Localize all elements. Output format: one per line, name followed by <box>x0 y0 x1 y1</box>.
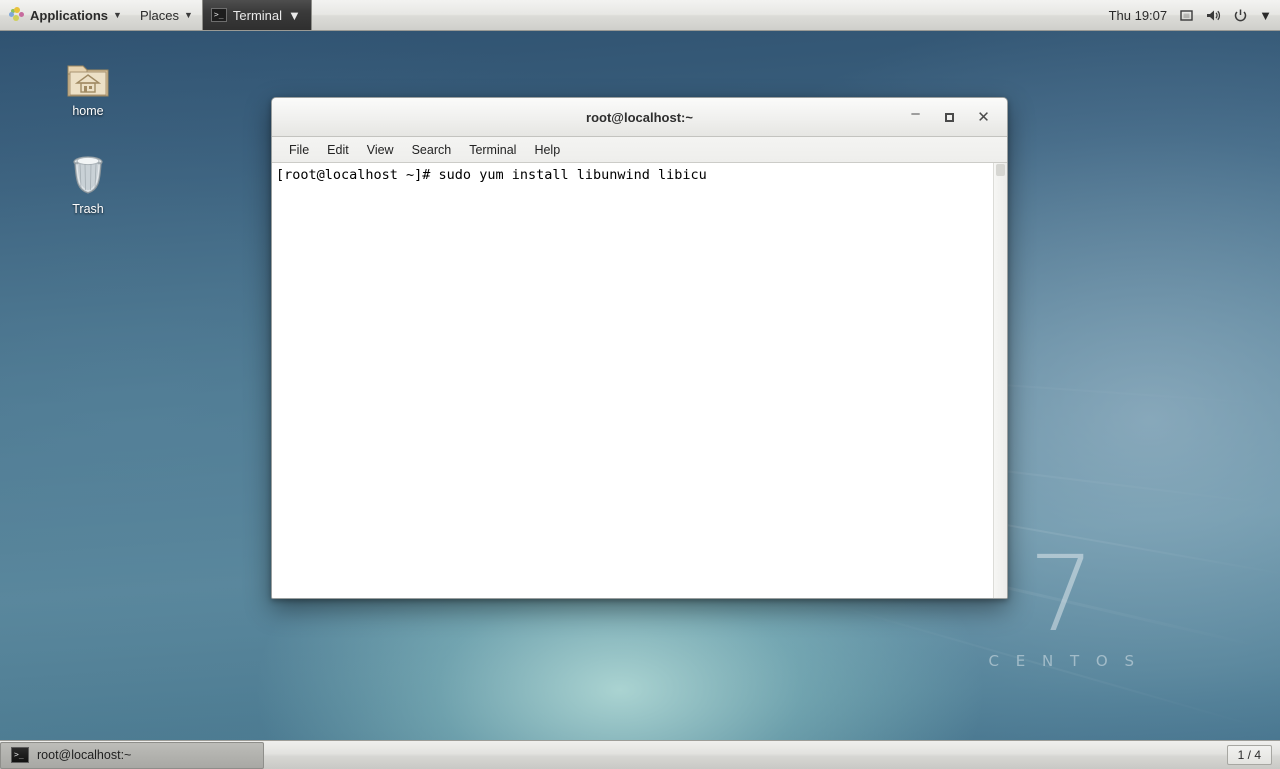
network-icon[interactable] <box>1179 8 1194 23</box>
terminal-output-text[interactable]: [root@localhost ~]# sudo yum install lib… <box>272 163 993 598</box>
panel-spacer <box>312 0 1099 30</box>
places-menu[interactable]: Places ▼ <box>131 0 202 30</box>
maximize-button[interactable] <box>942 110 957 125</box>
applications-menu[interactable]: Applications ▼ <box>0 0 131 30</box>
menu-item-terminal[interactable]: Terminal <box>460 141 525 159</box>
centos-starburst-icon <box>9 7 25 23</box>
chevron-down-icon: ▼ <box>113 10 122 20</box>
wallpaper-light-ray <box>819 600 1263 729</box>
terminal-menubar: File Edit View Search Terminal Help <box>272 137 1007 163</box>
window-list-item-label: Terminal <box>232 7 283 23</box>
desktop-icon-trash[interactable]: Trash <box>42 148 134 216</box>
terminal-icon: >_ <box>11 747 29 763</box>
menu-item-search[interactable]: Search <box>403 141 461 159</box>
home-folder-icon <box>42 50 134 100</box>
terminal-title: root@localhost:~ <box>586 109 693 125</box>
terminal-scrollbar[interactable] <box>993 163 1007 598</box>
terminal-icon: >_ <box>210 8 227 22</box>
desktop-icon-trash-label: Trash <box>72 202 104 216</box>
terminal-titlebar[interactable]: root@localhost:~ – ✕ <box>272 98 1007 137</box>
terminal-body[interactable]: [root@localhost ~]# sudo yum install lib… <box>272 163 1007 598</box>
minimize-button[interactable]: – <box>908 106 923 125</box>
menu-item-help[interactable]: Help <box>525 141 569 159</box>
terminal-scrollbar-thumb[interactable] <box>996 164 1005 176</box>
window-list-item-terminal[interactable]: >_ Terminal ▼ <box>201 0 312 30</box>
top-panel: Applications ▼ Places ▼ >_ Terminal ▼ Th… <box>0 0 1280 31</box>
menu-item-file[interactable]: File <box>280 141 318 159</box>
chevron-down-icon: ▼ <box>288 7 301 23</box>
workspace-switcher[interactable]: 1 / 4 <box>1226 745 1272 765</box>
system-tray: ▼ <box>1177 0 1280 30</box>
terminal-window[interactable]: root@localhost:~ – ✕ File Edit View Sear… <box>271 97 1008 599</box>
chevron-down-icon: ▼ <box>183 10 193 20</box>
applications-menu-label: Applications <box>30 7 109 23</box>
close-button[interactable]: ✕ <box>976 109 991 126</box>
volume-icon[interactable] <box>1205 8 1222 23</box>
menu-item-view[interactable]: View <box>358 141 403 159</box>
window-controls: – ✕ <box>908 106 1007 127</box>
bottom-panel: >_ root@localhost:~ 1 / 4 <box>0 740 1280 769</box>
places-menu-label: Places <box>139 7 179 23</box>
chevron-down-icon[interactable]: ▼ <box>1259 8 1272 23</box>
trash-icon <box>42 148 134 198</box>
clock[interactable]: Thu 19:07 <box>1099 0 1178 30</box>
desktop-icon-home-label: home <box>72 104 104 118</box>
taskbar-item-terminal[interactable]: >_ root@localhost:~ <box>0 741 264 769</box>
power-icon[interactable] <box>1233 8 1248 23</box>
menu-item-edit[interactable]: Edit <box>318 141 358 159</box>
taskbar-item-label: root@localhost:~ <box>37 748 132 762</box>
desktop-icon-home[interactable]: home <box>42 50 134 118</box>
desktop-screen: 7 C E N T O S home Trash root@localhost:… <box>0 0 1280 769</box>
